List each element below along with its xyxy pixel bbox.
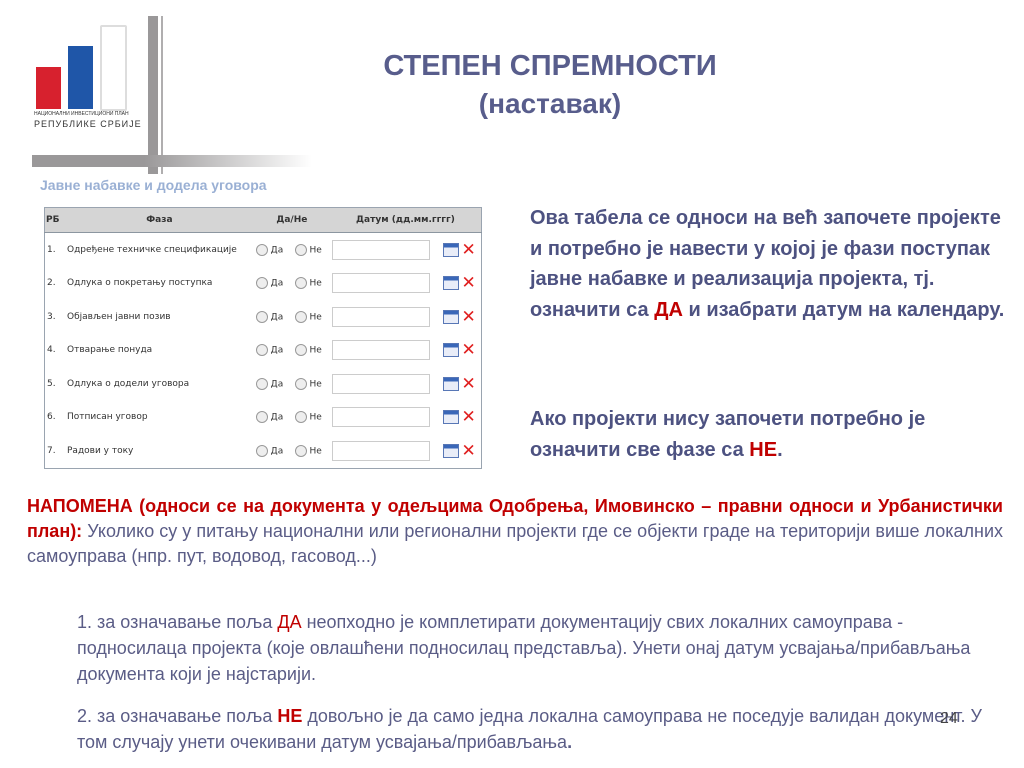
radio-yes[interactable]: [255, 411, 268, 424]
no-label: Не: [309, 245, 322, 256]
no-label: Не: [309, 446, 322, 457]
yes-label: Да: [270, 345, 284, 356]
clear-x-icon[interactable]: ✕: [461, 407, 475, 427]
col-date: Датум (дд.мм.гггг): [329, 207, 482, 233]
date-input[interactable]: [331, 306, 430, 327]
decor-vbar: [148, 16, 158, 174]
table-row: 4. Отварање понуда Да Не ✕: [45, 334, 482, 368]
calendar-icon[interactable]: [442, 410, 459, 425]
row-phase: Потписан уговор: [67, 412, 148, 423]
radio-yes[interactable]: [255, 243, 268, 256]
yes-label: Да: [270, 245, 284, 256]
slide: НАЦИОНАЛНИ ИНВЕСТИЦИОНИ ПЛАН РЕПУБЛИКЕ С…: [0, 0, 1024, 768]
no-label: Не: [309, 379, 322, 390]
row-phase: Одлука о покретању поступка: [67, 278, 213, 289]
subtitle: (наставак): [478, 88, 622, 119]
date-input[interactable]: [331, 407, 430, 428]
yes-label: Да: [270, 312, 284, 323]
row-phase: Објављен јавни позив: [67, 311, 171, 322]
yes-label: Да: [270, 446, 284, 457]
date-input[interactable]: [331, 340, 430, 361]
clear-x-icon[interactable]: ✕: [461, 273, 475, 293]
no-label: Не: [309, 345, 322, 356]
row-number: 1.: [47, 244, 56, 255]
row-phase: Одређене техничке спецификације: [67, 244, 237, 255]
instruction-1: Ова табела се односи на већ започете про…: [530, 207, 1005, 321]
row-number: 6.: [47, 412, 56, 423]
table-row: 5. Одлука о додели уговора Да Не ✕: [45, 367, 482, 401]
radio-no[interactable]: [294, 411, 307, 424]
table-row: 7. Радови у току Да Не ✕: [45, 434, 482, 468]
col-yesno: Да/Не: [253, 207, 330, 233]
radio-no[interactable]: [294, 377, 307, 390]
row-number: 7.: [47, 445, 56, 456]
title: СТЕПЕН СПРЕМНОСТИ: [383, 50, 717, 82]
row-phase: Радови у току: [67, 445, 134, 456]
table-row: 6. Потписан уговор Да Не ✕: [45, 401, 482, 435]
radio-no[interactable]: [294, 243, 307, 256]
row-phase: Одлука о додели уговора: [67, 378, 190, 389]
table-row: 3. Објављен јавни позив Да Не ✕: [45, 300, 482, 334]
clear-x-icon[interactable]: ✕: [461, 240, 475, 260]
date-input[interactable]: [331, 373, 430, 394]
row-phase: Отварање понуда: [67, 345, 153, 356]
radio-no[interactable]: [294, 344, 307, 357]
row-number: 3.: [47, 311, 56, 322]
clear-x-icon[interactable]: ✕: [461, 307, 475, 327]
calendar-icon[interactable]: [442, 242, 459, 257]
decor-hbar: [32, 155, 312, 167]
section-heading: Јавне набавке и додела уговора: [40, 177, 267, 193]
radio-no[interactable]: [294, 444, 307, 457]
no-label: Не: [309, 412, 322, 423]
phase-table: РБ Фаза Да/Не Датум (дд.мм.гггг) 1. Одре…: [44, 207, 482, 469]
decor-vbar2: [161, 16, 163, 174]
col-rb: РБ: [44, 207, 65, 233]
radio-no[interactable]: [294, 277, 307, 290]
date-input[interactable]: [331, 440, 430, 461]
table-row: 1. Одређене техничке спецификације Да Не…: [45, 233, 482, 267]
radio-yes[interactable]: [255, 377, 268, 390]
yes-label: Да: [270, 412, 284, 423]
col-phase: Фаза: [65, 207, 254, 233]
page-number: 24: [940, 710, 958, 727]
date-input[interactable]: [331, 239, 430, 260]
no-label: Не: [309, 278, 322, 289]
radio-yes[interactable]: [255, 310, 268, 323]
logo-line2: РЕПУБЛИКЕ СРБИЈЕ: [34, 119, 142, 129]
calendar-icon[interactable]: [442, 276, 459, 291]
clear-x-icon[interactable]: ✕: [461, 441, 475, 461]
calendar-icon[interactable]: [442, 309, 459, 324]
yes-label: Да: [270, 379, 284, 390]
note-item-1: 1. за означавање поља ДА неопходно је ко…: [77, 612, 971, 684]
calendar-icon[interactable]: [442, 443, 459, 458]
logo: НАЦИОНАЛНИ ИНВЕСТИЦИОНИ ПЛАН РЕПУБЛИКЕ С…: [34, 25, 141, 145]
clear-x-icon[interactable]: ✕: [461, 340, 475, 360]
calendar-icon[interactable]: [442, 376, 459, 391]
row-number: 4.: [47, 345, 56, 356]
note: НАПОМЕНА (односи се на документа у одељц…: [27, 496, 1003, 566]
clear-x-icon[interactable]: ✕: [461, 374, 475, 394]
date-input[interactable]: [331, 273, 430, 294]
no-label: Не: [309, 312, 322, 323]
note-item-2: 2. за означавање поља НЕ довољно је да с…: [77, 706, 982, 752]
logo-line1: НАЦИОНАЛНИ ИНВЕСТИЦИОНИ ПЛАН: [34, 111, 129, 117]
instruction-2: Ако пројекти нису започети потребно је о…: [530, 408, 926, 461]
radio-yes[interactable]: [255, 344, 268, 357]
calendar-icon[interactable]: [442, 343, 459, 358]
radio-no[interactable]: [294, 310, 307, 323]
row-number: 2.: [47, 278, 56, 289]
radio-yes[interactable]: [255, 277, 268, 290]
yes-label: Да: [270, 278, 284, 289]
row-number: 5.: [47, 378, 56, 389]
radio-yes[interactable]: [255, 444, 268, 457]
table-row: 2. Одлука о покретању поступка Да Не ✕: [45, 267, 482, 301]
